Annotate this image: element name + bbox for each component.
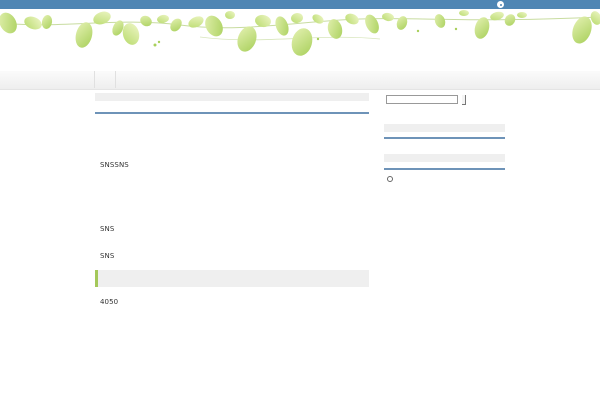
page: SNSSNS SNS SNS 4050 — [0, 0, 600, 400]
post-title-bar — [95, 93, 369, 101]
widget-divider-2 — [384, 168, 505, 170]
section-heading-accent — [95, 270, 98, 287]
top-bar — [0, 0, 600, 9]
body-text-1: SNSSNS — [100, 161, 129, 169]
search-button[interactable] — [462, 95, 466, 105]
chevron-icon[interactable] — [497, 1, 504, 8]
nav-item[interactable] — [94, 71, 116, 88]
body-text-3: SNS — [100, 252, 115, 260]
leaf-garland-image — [0, 10, 600, 56]
gear-icon[interactable] — [387, 176, 393, 182]
widget-divider-1 — [384, 137, 505, 139]
section-heading-bar — [95, 270, 369, 287]
nav-bar — [0, 71, 600, 90]
body-text-4: 4050 — [100, 298, 119, 306]
post-title-divider — [95, 112, 369, 114]
body-text-2: SNS — [100, 225, 115, 233]
widget-title-2 — [384, 154, 505, 162]
search-input[interactable] — [386, 95, 458, 104]
site-header — [0, 9, 600, 71]
widget-title-1 — [384, 124, 505, 132]
